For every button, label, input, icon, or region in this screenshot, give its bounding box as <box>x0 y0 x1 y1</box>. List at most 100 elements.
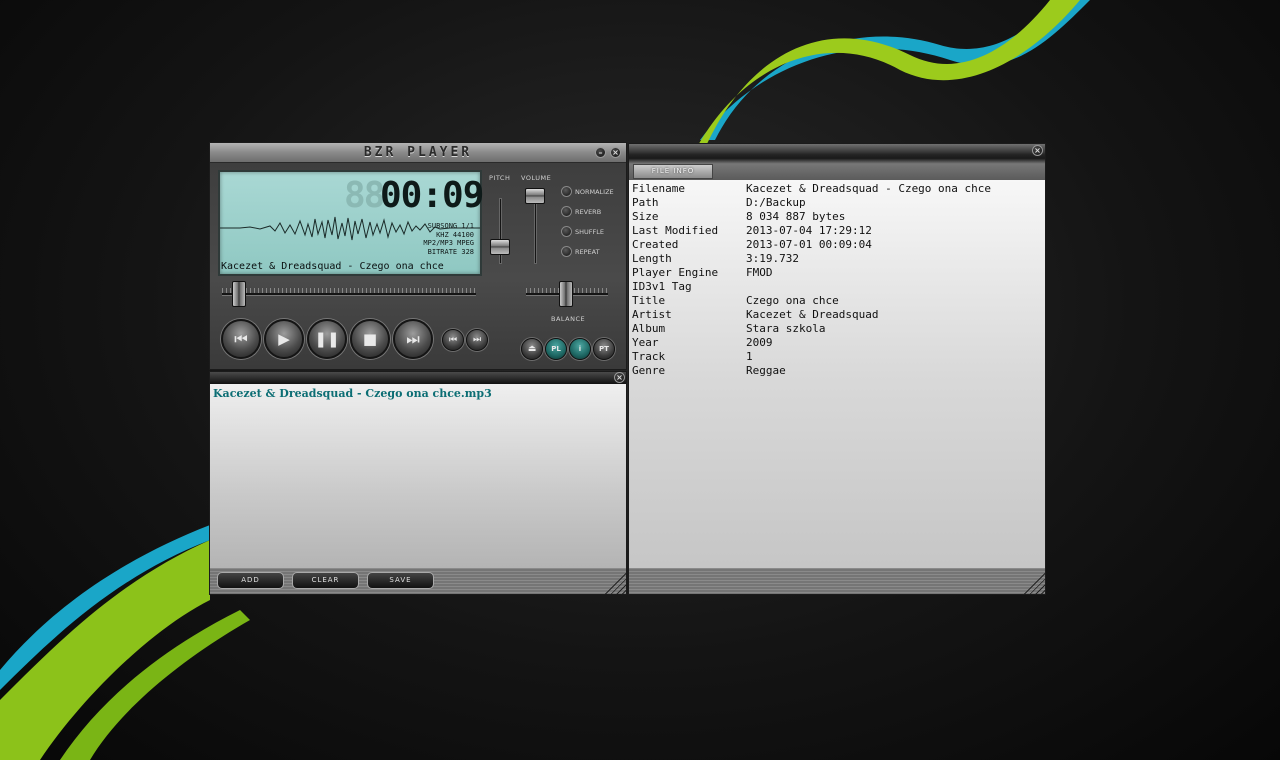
play-button[interactable]: ▶ <box>264 319 304 359</box>
playlist-list: Kacezet & Dreadsquad - Czego ona chce.mp… <box>210 384 626 568</box>
file-info-titlebar[interactable]: × FILE INFO <box>629 144 1045 180</box>
shuffle-label: SHUFFLE <box>575 228 604 236</box>
next-track-button[interactable]: ⏭ <box>393 319 433 359</box>
minimize-button[interactable]: – <box>595 147 606 158</box>
info-key: Created <box>632 238 679 251</box>
info-key: Genre <box>632 364 666 377</box>
player-title: BZR PLAYER <box>363 145 473 160</box>
info-key: Filename <box>632 182 685 195</box>
reverb-led-icon <box>561 206 572 217</box>
info-khz: KHZ 44100 <box>436 230 474 239</box>
info-value: 3:19.732 <box>746 252 799 265</box>
info-key: Size <box>632 210 659 223</box>
stop-icon: ■ <box>362 330 378 348</box>
add-button[interactable]: ADD <box>217 572 284 589</box>
stop-button[interactable]: ■ <box>350 319 390 359</box>
info-value: 2013-07-04 17:29:12 <box>746 224 872 237</box>
skip-forward-icon: ⏭ <box>472 335 482 345</box>
volume-slider[interactable] <box>525 188 545 204</box>
file-info-window: × FILE INFO Filename Kacezet & Dreadsquad… <box>628 143 1046 595</box>
info-row: Length 3:19.732 <box>632 252 1042 266</box>
file-info-footer <box>629 568 1045 594</box>
resize-grip-icon[interactable] <box>602 570 626 594</box>
info-value: Reggae <box>746 364 786 377</box>
next-subsong-button[interactable]: ⏭ <box>466 329 488 351</box>
info-value: 8 034 887 bytes <box>746 210 846 223</box>
info-row: ID3v1 Tag <box>632 280 1042 294</box>
info-key: Album <box>632 322 666 335</box>
info-format: MP2/MP3 MPEG <box>423 239 474 247</box>
info-value: 1 <box>746 350 753 363</box>
eject-button[interactable]: ⏏ <box>521 338 543 360</box>
player-titlebar[interactable]: BZR PLAYER – × <box>210 143 626 163</box>
player-window: BZR PLAYER – × 88 00:09 SUBSONG 1/1 KHZ … <box>209 142 627 370</box>
info-row: Artist Kacezet & Dreadsquad <box>632 308 1042 322</box>
playlist-close-button[interactable]: × <box>614 372 625 383</box>
play-icon: ▶ <box>278 330 290 348</box>
info-row: Filename Kacezet & Dreadsquad - Czego ona… <box>632 182 1042 196</box>
info-subsong: SUBSONG 1/1 <box>427 222 474 230</box>
playlist-window: × Kacezet & Dreadsquad - Czego ona chce.… <box>209 371 627 595</box>
info-value: Kacezet & Dreadsquad <box>746 308 879 321</box>
info-key: Year <box>632 336 659 349</box>
info-value: D:/Backup <box>746 196 806 209</box>
info-value: Czego ona chce <box>746 294 839 307</box>
shuffle-led-icon <box>561 226 572 237</box>
playlist-toggle-button[interactable]: PL <box>545 338 567 360</box>
pt-button[interactable]: PT <box>593 338 615 360</box>
info-value: Stara szkola <box>746 322 826 335</box>
info-key: Last Modified <box>632 224 719 237</box>
pitch-slider[interactable] <box>490 239 510 255</box>
previous-track-button[interactable]: ⏮ <box>221 319 261 359</box>
info-value: Kacezet & Dreadsquad - Czego ona chce <box>746 182 992 195</box>
close-button[interactable]: × <box>610 147 621 158</box>
skip-back-icon: ⏮ <box>234 330 248 348</box>
info-value: 2009 <box>746 336 773 349</box>
playlist-titlebar[interactable]: × <box>210 372 626 384</box>
resize-grip-icon[interactable] <box>1021 570 1045 594</box>
skip-forward-icon: ⏭ <box>406 330 420 348</box>
pitch-label: PITCH <box>489 174 511 182</box>
info-row: Created 2013-07-01 00:09:04 <box>632 238 1042 252</box>
file-info-table: Filename Kacezet & Dreadsquad - Czego ona… <box>629 180 1045 568</box>
repeat-label: REPEAT <box>575 248 600 256</box>
info-row: Title Czego ona chce <box>632 294 1042 308</box>
balance-label: BALANCE <box>551 315 586 323</box>
info-key: Player Engine <box>632 266 719 279</box>
info-key: ID3v1 Tag <box>632 280 692 293</box>
info-row: Genre Reggae <box>632 364 1042 378</box>
file-info-close-button[interactable]: × <box>1032 145 1043 156</box>
normalize-led-icon <box>561 186 572 197</box>
skip-back-icon: ⏮ <box>448 335 458 345</box>
info-row: Size 8 034 887 bytes <box>632 210 1042 224</box>
seek-track <box>222 293 476 296</box>
info-row: Path D:/Backup <box>632 196 1042 210</box>
info-value: FMOD <box>746 266 773 279</box>
lcd-display: 88 00:09 SUBSONG 1/1 KHZ 44100 MP2/MP3 M… <box>218 170 484 276</box>
pause-icon: ❚❚ <box>314 330 340 348</box>
tab-file-info[interactable]: FILE INFO <box>633 164 713 179</box>
info-row: Last Modified 2013-07-04 17:29:12 <box>632 224 1042 238</box>
info-row: Year 2009 <box>632 336 1042 350</box>
seek-slider[interactable] <box>232 281 246 307</box>
info-row: Album Stara szkola <box>632 322 1042 336</box>
info-key: Length <box>632 252 672 265</box>
pause-button[interactable]: ❚❚ <box>307 319 347 359</box>
normalize-label: NORMALIZE <box>575 188 614 196</box>
info-bitrate: BITRATE 328 <box>427 247 474 256</box>
info-row: Player Engine FMOD <box>632 266 1042 280</box>
now-playing-title: Kacezet & Dreadsquad - Czego ona chce <box>221 261 444 272</box>
volume-label: VOLUME <box>521 174 552 182</box>
previous-subsong-button[interactable]: ⏮ <box>442 329 464 351</box>
info-key: Title <box>632 294 666 307</box>
clear-button[interactable]: CLEAR <box>292 572 359 589</box>
info-value: 2013-07-01 00:09:04 <box>746 238 872 251</box>
stream-info: SUBSONG 1/1 KHZ 44100 MP2/MP3 MPEG BITRA… <box>423 222 474 256</box>
playlist-toolbar: ADD CLEAR SAVE <box>210 568 626 594</box>
eject-icon: ⏏ <box>527 344 537 354</box>
file-info-toggle-button[interactable]: i <box>569 338 591 360</box>
save-button[interactable]: SAVE <box>367 572 434 589</box>
balance-slider[interactable] <box>559 281 573 307</box>
info-key: Track <box>632 350 666 363</box>
playlist-item[interactable]: Kacezet & Dreadsquad - Czego ona chce.mp… <box>213 387 492 400</box>
